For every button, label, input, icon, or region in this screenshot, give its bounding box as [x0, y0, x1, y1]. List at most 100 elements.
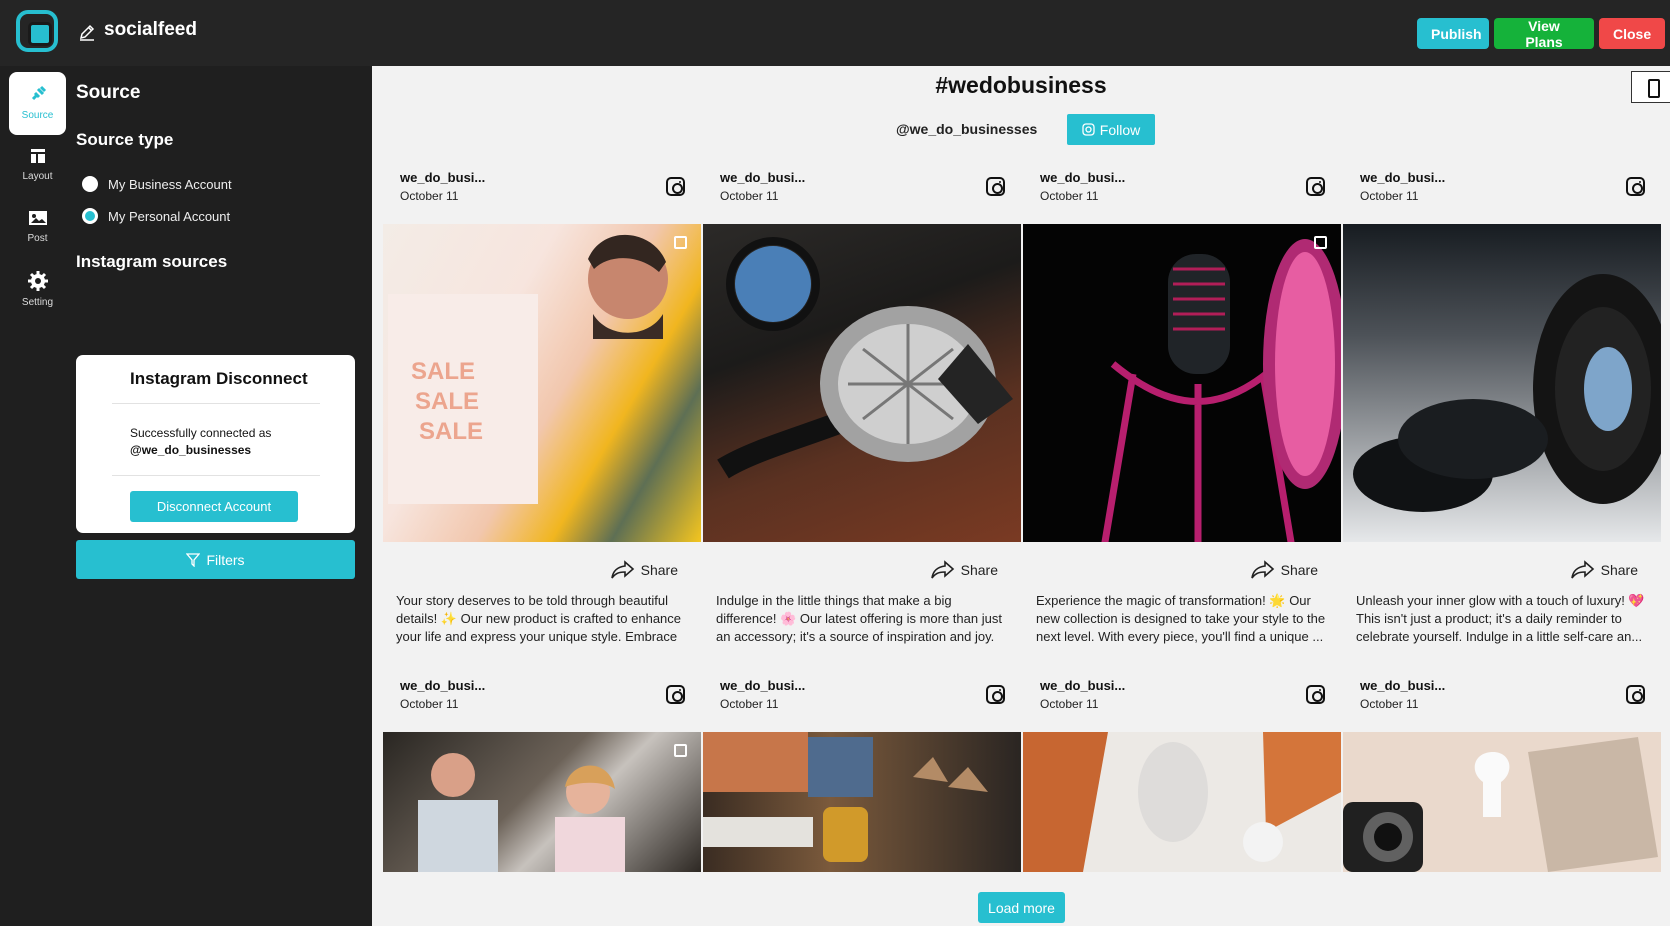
post-user[interactable]: we_do_busi... — [1360, 678, 1445, 693]
post-user[interactable]: we_do_busi... — [1040, 170, 1125, 185]
post-photo[interactable] — [703, 732, 1021, 872]
rail-item-setting[interactable]: Setting — [9, 259, 66, 322]
left-nav-rail: Source Layout Post Setting — [0, 66, 72, 926]
post-header: we_do_busi... October 11 — [703, 658, 1021, 732]
instagram-icon — [666, 685, 685, 704]
post-caption: Indulge in the little things that make a… — [716, 593, 1002, 648]
post-photo[interactable] — [1023, 224, 1341, 542]
share-button[interactable]: Share — [610, 560, 678, 580]
connected-handle: @we_do_businesses — [130, 443, 252, 457]
photo-illustration: SALE SALE SALE — [388, 234, 668, 504]
post-card[interactable]: we_do_busi... October 11 — [1023, 658, 1341, 886]
post-user[interactable]: we_do_busi... — [1360, 170, 1445, 185]
photo-illustration — [1101, 239, 1341, 542]
app-logo — [16, 10, 58, 52]
share-icon — [930, 560, 954, 579]
instagram-connection-card: Instagram Disconnect Successfully connec… — [76, 355, 355, 533]
option-personal-account[interactable]: My Personal Account — [82, 208, 230, 224]
post-card[interactable]: we_do_busi... October 11 Share Unleash y… — [1343, 150, 1661, 644]
post-photo[interactable] — [703, 224, 1021, 542]
svg-text:SALE: SALE — [411, 358, 475, 385]
follow-label: Follow — [1099, 121, 1141, 138]
gear-icon — [27, 271, 48, 291]
post-header: we_do_busi... October 11 — [1023, 150, 1341, 224]
svg-text:SALE: SALE — [419, 418, 483, 445]
feed-handle: @we_do_businesses — [896, 121, 1038, 137]
load-more-button[interactable]: Load more — [978, 892, 1065, 923]
option-personal-label: My Personal Account — [108, 208, 231, 224]
post-date: October 11 — [400, 189, 459, 203]
rail-label-layout: Layout — [22, 171, 53, 182]
share-label: Share — [640, 562, 678, 578]
photo-illustration — [717, 237, 1013, 479]
post-header: we_do_busi... October 11 — [383, 658, 701, 732]
radio-personal-account[interactable] — [82, 208, 98, 224]
share-label: Share — [1600, 562, 1638, 578]
view-plans-button[interactable]: View Plans — [1494, 18, 1594, 50]
post-date: October 11 — [720, 697, 779, 711]
post-caption: Unleash your inner glow with a touch of … — [1356, 593, 1645, 644]
edit-icon[interactable] — [78, 24, 96, 42]
plug-icon — [31, 85, 46, 101]
post-header: we_do_busi... October 11 — [1343, 150, 1661, 224]
post-photo[interactable] — [1023, 732, 1341, 872]
feed-preview: #wedobusiness @we_do_businesses Follow w… — [372, 66, 1670, 926]
post-photo[interactable]: SALE SALE SALE — [383, 224, 701, 542]
post-card[interactable]: we_do_busi... October 11 SALE SALE SALE Sh… — [383, 150, 701, 648]
post-user[interactable]: we_do_busi... — [720, 678, 805, 693]
share-button[interactable]: Share — [930, 560, 998, 580]
post-user[interactable]: we_do_busi... — [400, 678, 485, 693]
option-business-account[interactable]: My Business Account — [82, 176, 232, 192]
post-caption: Your story deserves to be told through b… — [396, 593, 682, 648]
rail-label-setting: Setting — [21, 297, 54, 308]
image-icon — [28, 211, 47, 225]
photo-illustration — [418, 753, 625, 872]
post-user[interactable]: we_do_busi... — [1040, 678, 1125, 693]
post-user[interactable]: we_do_busi... — [400, 170, 485, 185]
photo-illustration — [1343, 737, 1658, 872]
disconnect-account-button[interactable]: Disconnect Account — [130, 491, 298, 522]
app-name[interactable]: socialfeed — [104, 19, 197, 41]
feed-title: #wedobusiness — [935, 72, 1107, 98]
instagram-icon — [1626, 685, 1645, 704]
instagram-icon — [1306, 685, 1325, 704]
option-business-label: My Business Account — [108, 176, 232, 192]
post-date: October 11 — [720, 189, 779, 203]
connected-label: Successfully connected as — [130, 426, 272, 440]
post-header: we_do_busi... October 11 — [703, 150, 1021, 224]
rail-item-post[interactable]: Post — [9, 197, 66, 260]
filters-label: Filters — [206, 551, 245, 568]
radio-business-account[interactable] — [82, 176, 98, 192]
photo-illustration — [1353, 274, 1661, 512]
follow-button[interactable]: Follow — [1067, 114, 1155, 145]
post-user[interactable]: we_do_busi... — [720, 170, 805, 185]
close-button[interactable]: Close — [1599, 18, 1665, 49]
filters-button[interactable]: Filters — [76, 540, 355, 579]
panel-title: Source — [76, 82, 141, 103]
card-divider — [112, 403, 320, 404]
card-title: Instagram Disconnect — [130, 369, 308, 388]
share-label: Share — [1280, 562, 1318, 578]
post-photo[interactable] — [1343, 224, 1661, 542]
mobile-view-toggle[interactable] — [1631, 71, 1670, 103]
rail-item-source[interactable]: Source — [9, 72, 66, 135]
rail-item-layout[interactable]: Layout — [9, 135, 66, 198]
layout-icon — [30, 149, 45, 163]
post-photo[interactable] — [1343, 732, 1661, 872]
post-card[interactable]: we_do_busi... October 11 Share Indulge i… — [703, 150, 1021, 648]
post-card[interactable]: we_do_busi... October 11 — [1343, 658, 1661, 886]
instagram-icon — [986, 685, 1005, 704]
publish-button[interactable]: Publish — [1417, 18, 1489, 49]
post-header: we_do_busi... October 11 — [383, 150, 701, 224]
post-photo[interactable] — [383, 732, 701, 872]
share-button[interactable]: Share — [1570, 560, 1638, 580]
instagram-icon — [986, 177, 1005, 196]
post-card[interactable]: we_do_busi... October 11 — [383, 658, 701, 886]
post-card[interactable]: we_do_busi... October 11 — [703, 658, 1021, 886]
card-divider — [112, 475, 320, 476]
post-caption: Experience the magic of transformation! … — [1036, 593, 1326, 644]
share-button[interactable]: Share — [1250, 560, 1318, 580]
rail-label-source: Source — [21, 110, 54, 121]
post-card[interactable]: we_do_busi... October 11 Share Experienc… — [1023, 150, 1341, 644]
source-type-heading: Source type — [76, 130, 174, 149]
